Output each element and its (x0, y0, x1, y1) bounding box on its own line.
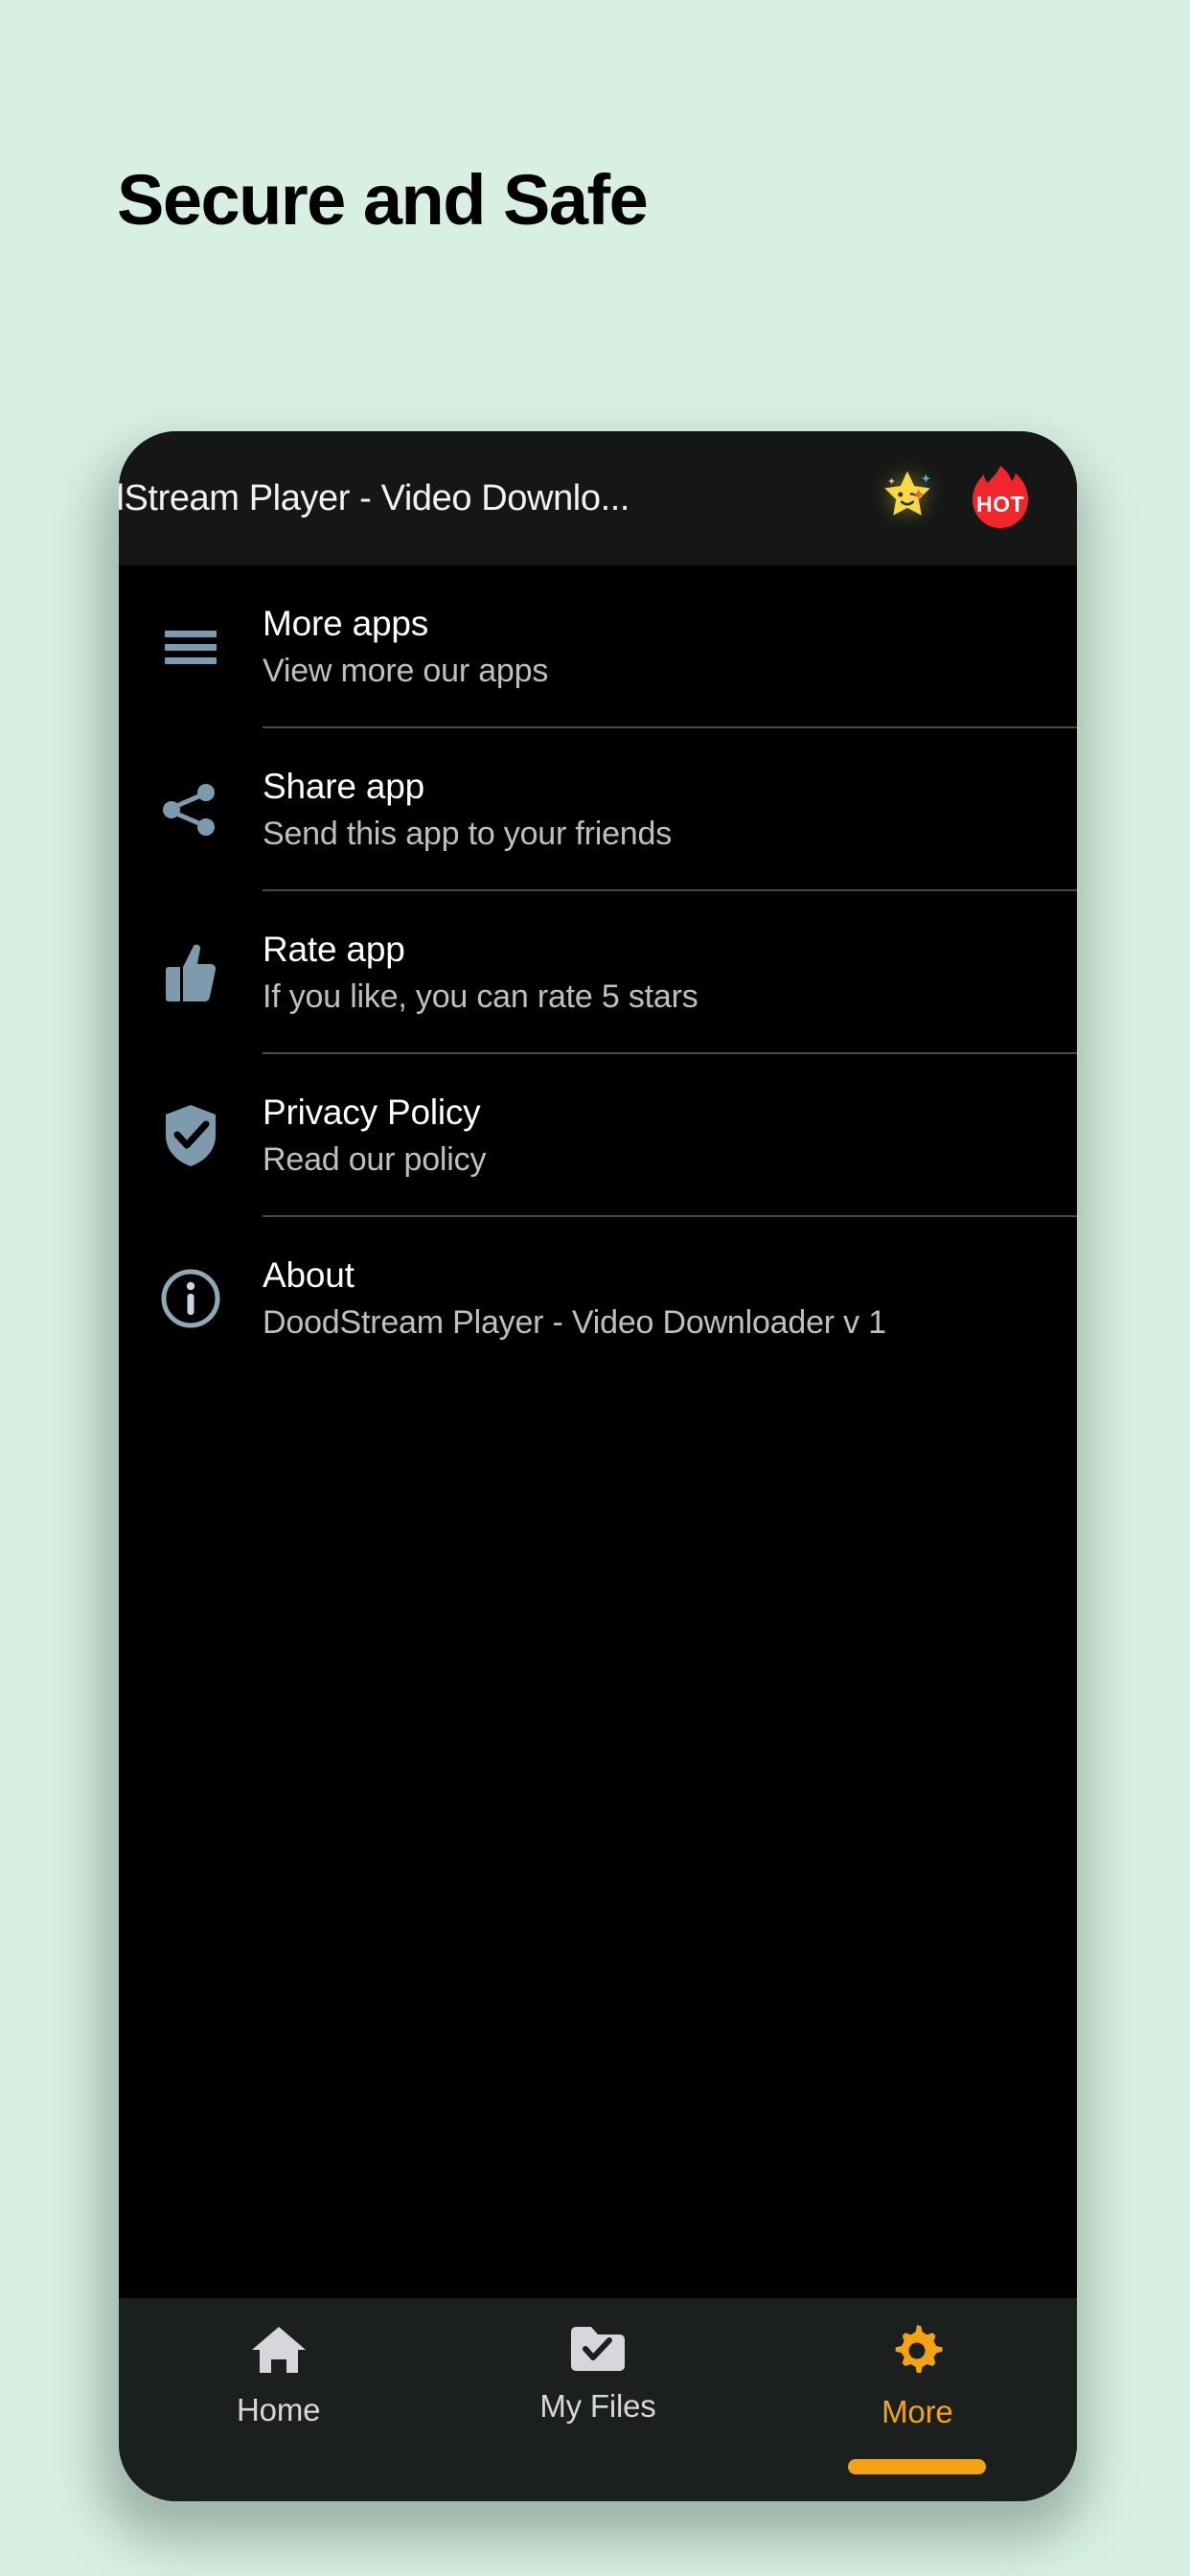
nav-separator (119, 2290, 1077, 2298)
nav-item-label: More (881, 2394, 953, 2429)
menu-item-subtitle: If you like, you can rate 5 stars (263, 978, 698, 1015)
menu-item-subtitle: DoodStream Player - Video Downloader v 1 (263, 1304, 886, 1341)
home-icon (250, 2323, 308, 2377)
menu-item-title: Privacy Policy (263, 1092, 481, 1132)
thumbs-up-icon (119, 942, 263, 1003)
menu-item-title: About (263, 1255, 355, 1295)
menu-item-text: Share app Send this app to your friends (263, 728, 1077, 891)
hot-badge[interactable]: HOT (966, 463, 1035, 534)
info-circle-icon (119, 1268, 263, 1329)
hamburger-icon (119, 623, 263, 671)
menu-item-subtitle: View more our apps (263, 653, 549, 689)
menu-item-subtitle: Read our policy (263, 1141, 487, 1178)
menu-item-subtitle: Send this app to your friends (263, 816, 673, 852)
folder-check-icon (570, 2323, 626, 2373)
shield-check-icon (119, 1103, 263, 1168)
nav-active-indicator (848, 2459, 987, 2474)
phone-device: odStream Player - Video Downlo... HOT Mo… (119, 431, 1077, 2501)
nav-item-home[interactable]: Home (119, 2323, 438, 2428)
hot-badge-label: HOT (975, 492, 1025, 517)
app-bar-actions: HOT (878, 463, 1077, 534)
nav-item-my-files[interactable]: My Files (438, 2323, 757, 2425)
gear-icon (889, 2323, 945, 2379)
star-icon[interactable] (878, 465, 937, 533)
menu-item-title: More apps (263, 604, 429, 643)
nav-item-more[interactable]: More (758, 2323, 1077, 2474)
bottom-navigation: Home My Files More (119, 2298, 1077, 2501)
menu-item-text: More apps View more our apps (263, 565, 1077, 728)
menu-item-rate-app[interactable]: Rate app If you like, you can rate 5 sta… (119, 891, 1077, 1054)
menu-item-title: Rate app (263, 930, 405, 969)
menu-item-text: About DoodStream Player - Video Download… (263, 1217, 1077, 1380)
nav-item-label: Home (237, 2392, 321, 2427)
menu-item-share-app[interactable]: Share app Send this app to your friends (119, 728, 1077, 891)
menu-item-privacy-policy[interactable]: Privacy Policy Read our policy (119, 1054, 1077, 1217)
menu-item-more-apps[interactable]: More apps View more our apps (119, 565, 1077, 728)
app-bar: odStream Player - Video Downlo... HOT (119, 431, 1077, 565)
menu-item-text: Privacy Policy Read our policy (263, 1054, 1077, 1217)
device-clip: odStream Player - Video Downlo... HOT Mo… (0, 0, 1190, 2576)
menu-item-about[interactable]: About DoodStream Player - Video Download… (119, 1217, 1077, 1380)
menu-list: More apps View more our apps Share app S… (119, 565, 1077, 2298)
app-bar-title: odStream Player - Video Downlo... (119, 477, 630, 518)
menu-item-title: Share app (263, 767, 424, 806)
nav-item-label: My Files (539, 2388, 656, 2424)
share-icon (119, 780, 263, 840)
menu-item-text: Rate app If you like, you can rate 5 sta… (263, 891, 1077, 1054)
